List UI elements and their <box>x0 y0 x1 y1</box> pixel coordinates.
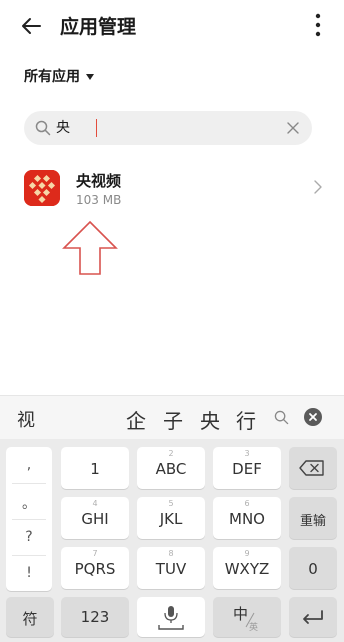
search-icon <box>35 120 51 136</box>
key-label: 123 <box>80 608 110 626</box>
key-abc[interactable]: 2 ABC <box>137 447 205 489</box>
key-tuv[interactable]: 8 TUV <box>137 547 205 589</box>
app-list-item[interactable]: 央视频 103 MB <box>0 158 344 222</box>
delete-key[interactable] <box>289 447 337 489</box>
key-wxyz[interactable]: 9 WXYZ <box>213 547 281 589</box>
enter-key[interactable] <box>289 597 337 637</box>
key-def[interactable]: 3 DEF <box>213 447 281 489</box>
key-label: ABC <box>155 460 187 478</box>
key-label: 0 <box>308 560 318 578</box>
keyboard: , 。 ? ! 1 2 ABC 3 DEF 4 GHI 5 JKL 6 MNO <box>0 439 344 642</box>
key-label: JKL <box>159 510 183 528</box>
close-keyboard-icon[interactable] <box>304 408 322 426</box>
app-size: 103 MB <box>76 193 122 207</box>
key-ghi[interactable]: 4 GHI <box>61 497 129 539</box>
candidate-item[interactable]: 子 <box>163 405 183 434</box>
candidate-bar: 视 企 子 央 行 <box>0 395 344 439</box>
key-label: 重输 <box>299 514 326 529</box>
key-label: PQRS <box>74 560 116 578</box>
app-icon <box>24 170 60 206</box>
clear-icon[interactable] <box>286 121 300 135</box>
symbol-key[interactable]: ? <box>6 529 52 545</box>
symbol-column[interactable]: , 。 ? ! <box>6 447 52 591</box>
numeric-key[interactable]: 123 <box>61 597 129 637</box>
key-label: TUV <box>155 560 187 578</box>
candidate-current[interactable]: 视 <box>17 406 35 432</box>
more-options-icon[interactable] <box>314 12 322 38</box>
text-cursor <box>96 119 97 137</box>
divider <box>12 519 46 520</box>
symbol-key[interactable]: ! <box>6 565 52 581</box>
enter-icon <box>303 610 323 624</box>
app-filter-dropdown[interactable]: 所有应用 <box>24 66 94 86</box>
divider <box>12 555 46 556</box>
key-number: 2 <box>168 449 174 458</box>
key-mno[interactable]: 6 MNO <box>213 497 281 539</box>
key-1[interactable]: 1 <box>61 447 129 489</box>
caret-down-icon <box>86 74 94 80</box>
key-number: 9 <box>244 549 250 558</box>
space-voice-key[interactable] <box>137 597 205 637</box>
divider <box>12 483 46 484</box>
candidate-item[interactable]: 央 <box>200 405 220 434</box>
symbols-key[interactable]: 符 <box>6 597 54 637</box>
search-box[interactable]: 央 <box>24 111 312 145</box>
language-switch-key[interactable]: 中 英 <box>213 597 281 637</box>
backspace-icon <box>299 460 324 476</box>
key-label: 符 <box>22 610 38 628</box>
key-pqrs[interactable]: 7 PQRS <box>61 547 129 589</box>
up-arrow-annotation-icon <box>62 220 118 275</box>
candidate-item[interactable]: 企 <box>126 405 146 434</box>
key-number: 7 <box>92 549 98 558</box>
top-bar: 应用管理 <box>0 0 344 52</box>
slash-divider-icon <box>245 612 255 628</box>
key-label: 1 <box>90 460 100 478</box>
reenter-key[interactable]: 重输 <box>289 497 337 539</box>
symbol-key[interactable]: 。 <box>6 493 52 513</box>
lang-sub-label: 英 <box>249 623 259 633</box>
key-label: MNO <box>229 510 265 528</box>
back-arrow-icon[interactable] <box>20 14 44 38</box>
key-label: WXYZ <box>224 560 270 578</box>
search-input[interactable]: 央 <box>56 111 70 145</box>
symbol-key[interactable]: , <box>6 457 52 473</box>
chevron-right-icon <box>314 180 322 194</box>
key-jkl[interactable]: 5 JKL <box>137 497 205 539</box>
key-number: 3 <box>244 449 250 458</box>
key-number: 8 <box>168 549 174 558</box>
zero-key[interactable]: 0 <box>289 547 337 589</box>
app-filter-label: 所有应用 <box>24 69 80 85</box>
key-label: GHI <box>81 510 109 528</box>
page-title: 应用管理 <box>60 16 137 38</box>
microphone-icon <box>158 606 184 630</box>
key-number: 6 <box>244 499 250 508</box>
key-label: DEF <box>232 460 262 478</box>
key-number: 5 <box>168 499 174 508</box>
search-icon[interactable] <box>274 410 289 425</box>
key-number: 4 <box>92 499 98 508</box>
app-name: 央视频 <box>76 172 122 190</box>
candidate-item[interactable]: 行 <box>236 405 256 434</box>
